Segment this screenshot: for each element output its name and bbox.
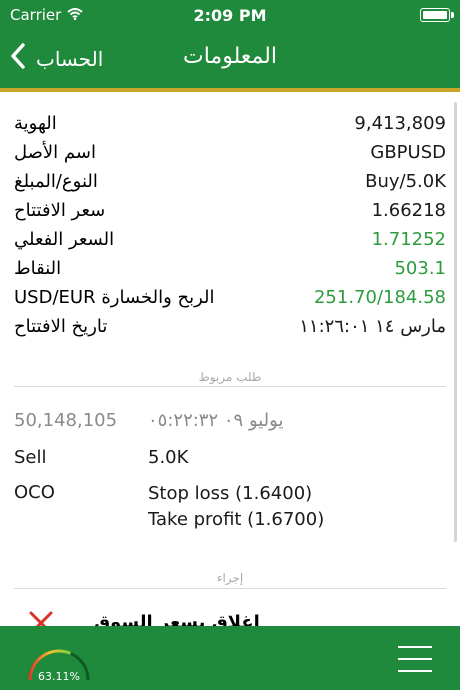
linked-order-id: 50,148,105 [14,410,118,431]
actions-header: إجراء [216,571,244,585]
status-time: 2:09 PM [193,6,267,25]
info-value: 503.1 [394,258,446,279]
close-at-market-button[interactable]: إغلاق بسعر السوق [14,608,446,626]
linked-order-header: طلب مربوط [198,370,262,384]
info-value: 251.70/184.58 [313,287,446,308]
info-label: الهوية [14,113,57,134]
info-label: اسم الأصل [14,142,96,163]
scrollbar[interactable] [454,102,457,542]
info-row-id: الهوية 9,413,809 [14,110,446,139]
gauge-percent-label: 63.11% [38,670,80,683]
info-row-open-price: سعر الافتتاح 1.66218 [14,197,446,226]
linked-order-type: OCO [14,482,55,503]
linked-order-side: Sell [14,447,47,468]
linked-order-amount: 5.0K [148,447,189,468]
info-label: السعر الفعلي [14,229,115,250]
info-row-current-price: السعر الفعلي 1.71252 [14,226,446,255]
info-value: GBPUSD [370,142,446,163]
info-label: الربح والخسارة USD/EUR [14,287,215,308]
content-area[interactable]: الهوية 9,413,809 اسم الأصل GBPUSD النوع/… [0,92,460,626]
info-label: سعر الافتتاح [14,200,106,221]
info-label: النوع/المبلغ [14,171,98,192]
info-value: Buy/5.0K [365,171,446,192]
page-title: المعلومات [183,44,277,69]
bottom-bar: 63.11% [0,626,460,690]
close-icon [28,610,54,626]
stop-loss-value: Stop loss (1.6400) [148,483,313,504]
info-label: تاريخ الافتتاح [14,316,108,337]
info-value: 1.71252 [371,229,446,250]
navigation-bar: الحساب المعلومات [0,30,460,92]
info-row-asset: اسم الأصل GBPUSD [14,139,446,168]
battery-icon [420,8,454,22]
take-profit-value: Take profit (1.6700) [148,509,325,530]
hamburger-menu-icon[interactable] [398,646,432,672]
margin-gauge[interactable]: 63.11% [24,636,94,686]
info-row-type-amount: النوع/المبلغ Buy/5.0K [14,168,446,197]
info-value: 9,413,809 [354,113,446,134]
divider [14,588,446,589]
info-row-points: النقاط 503.1 [14,255,446,284]
status-bar: Carrier 2:09 PM [0,0,460,30]
info-row-open-date: تاريخ الافتتاح مارس ١٤ ١١:٢٦:٠١ [14,313,446,342]
close-at-market-label: إغلاق بسعر السوق [94,612,260,626]
info-row-profit-loss: الربح والخسارة USD/EUR 251.70/184.58 [14,284,446,313]
divider [14,386,446,387]
linked-order-datetime: يوليو ٠٩ ٠٥:٢٢:٣٢ [148,410,284,431]
info-value: مارس ١٤ ١١:٢٦:٠١ [299,316,446,337]
info-value: 1.66218 [371,200,446,221]
info-label: النقاط [14,258,62,279]
